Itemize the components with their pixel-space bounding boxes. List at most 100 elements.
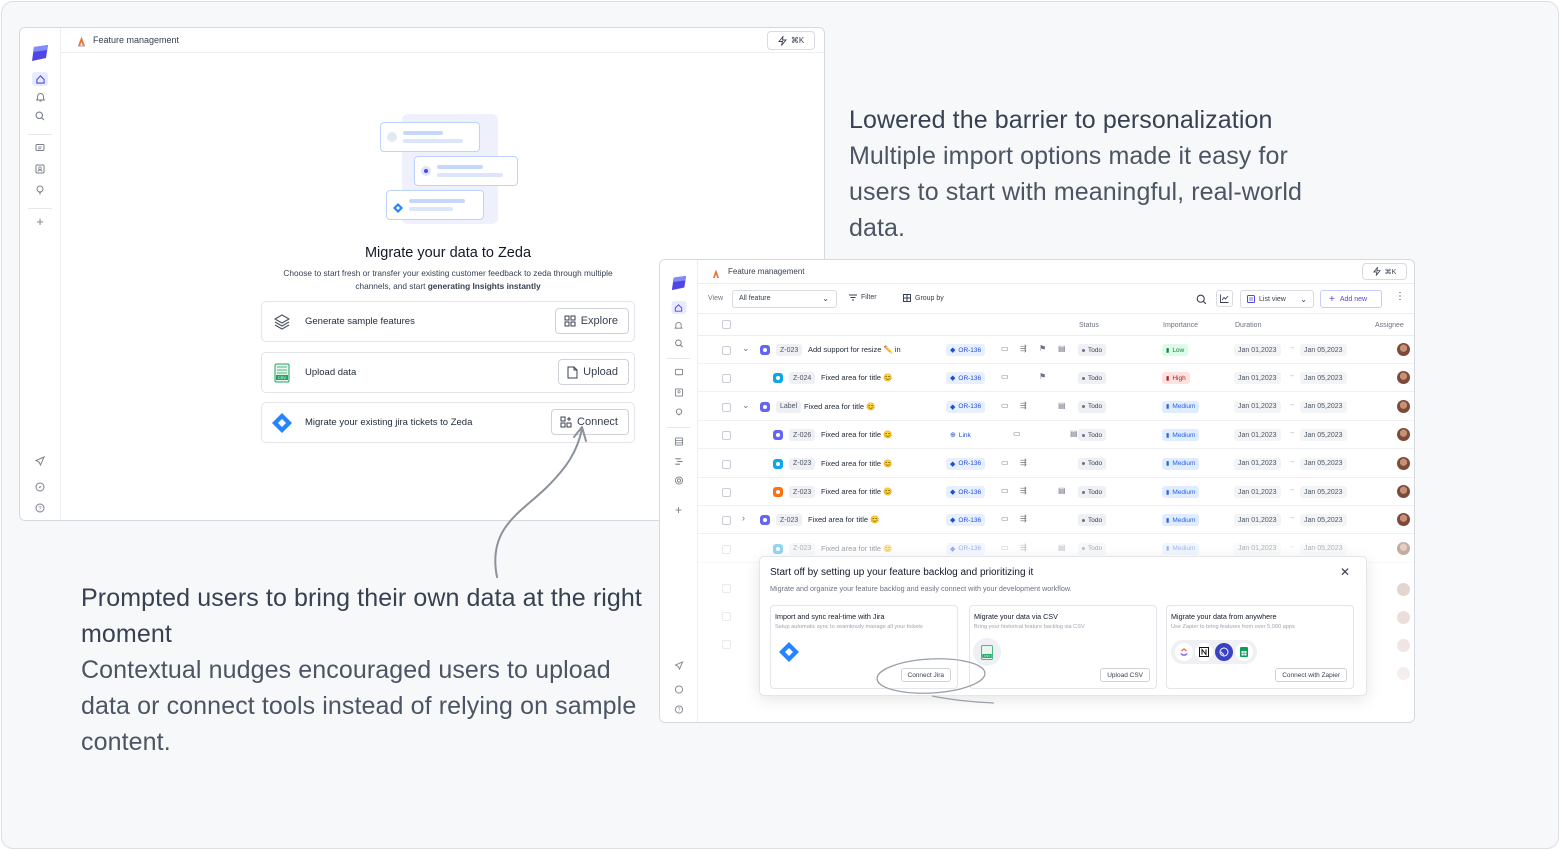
start-date[interactable]: Jan 01,2023 — [1234, 400, 1281, 413]
status-badge[interactable]: Todo — [1078, 344, 1107, 356]
linked-issue[interactable]: ◆ OR-136 — [946, 372, 986, 385]
doc-icon[interactable]: ▤ — [1070, 429, 1078, 438]
table-row[interactable]: ⌄ Label Fixed area for title 😊 ◆ OR-136 ▭ ⇶ ▤ To… — [698, 393, 1414, 421]
table-row[interactable]: ⌄ Z-023 Add support for resize ✏️ in ◆ OR-13… — [698, 336, 1414, 364]
help-icon[interactable]: ? — [674, 705, 683, 714]
status-badge[interactable]: Todo — [1078, 429, 1107, 442]
add-icon[interactable]: + — [35, 215, 45, 228]
comment-icon[interactable]: ▭ — [1001, 514, 1009, 523]
avatar[interactable] — [1397, 513, 1410, 527]
end-date[interactable]: Jan 05,2023 — [1300, 486, 1347, 498]
start-date[interactable]: Jan 01,2023 — [1234, 429, 1281, 442]
feedback-icon[interactable] — [35, 143, 45, 153]
group-by-button[interactable]: Group by — [903, 294, 944, 302]
comment-icon[interactable]: ▭ — [1001, 543, 1009, 552]
upload-csv-button[interactable]: Upload CSV — [1100, 668, 1150, 682]
flow-icon[interactable]: ⇶ — [1020, 514, 1027, 523]
rocket-icon[interactable] — [674, 661, 683, 670]
add-icon[interactable]: + — [674, 504, 683, 516]
importance-badge[interactable]: ▮ Medium — [1162, 542, 1200, 555]
search-icon[interactable] — [35, 111, 45, 121]
table-row[interactable]: Z-023 Fixed area for title 😊 ◆ OR-136 ▭ ⇶ Todo… — [698, 450, 1414, 478]
doc-icon[interactable]: ▤ — [1058, 401, 1066, 410]
home-icon[interactable] — [671, 301, 686, 314]
target-icon[interactable] — [674, 476, 683, 485]
start-date[interactable]: Jan 01,2023 — [1234, 542, 1281, 555]
table-row[interactable]: Z-026 Fixed area for title 😊 ⊕ Link ▭ ▤ Todo ▮ M… — [698, 421, 1414, 450]
avatar[interactable] — [1397, 485, 1410, 498]
chart-view-button[interactable] — [1216, 290, 1233, 307]
close-icon[interactable]: ✕ — [1340, 565, 1350, 579]
end-date[interactable]: Jan 05,2023 — [1300, 542, 1347, 555]
comment-icon[interactable]: ▭ — [1001, 486, 1009, 495]
chevron-down-icon[interactable]: ⌄ — [742, 400, 750, 411]
table-row[interactable]: Z-024 Fixed area for title 😊 ◆ OR-136 ▭ ⚑ Todo… — [698, 364, 1414, 393]
option-generate-sample[interactable]: Generate sample features Explore — [261, 301, 635, 342]
select-all-checkbox[interactable] — [722, 320, 731, 329]
flow-icon[interactable]: ⇶ — [1020, 344, 1027, 353]
flow-icon[interactable]: ⇶ — [1020, 401, 1027, 410]
importance-badge[interactable]: ▮ High — [1162, 372, 1190, 385]
status-badge[interactable]: Todo — [1078, 542, 1107, 555]
list-view-select[interactable]: List view ⌄ — [1240, 290, 1314, 308]
chevron-down-icon[interactable]: ⌄ — [742, 343, 750, 354]
comment-icon[interactable]: ▭ — [1001, 458, 1009, 467]
flag-icon[interactable]: ⚑ — [1039, 344, 1046, 353]
doc-icon[interactable]: ▤ — [1058, 543, 1066, 552]
avatar[interactable] — [1397, 343, 1410, 356]
feedback-icon[interactable] — [674, 368, 683, 377]
contacts-icon[interactable] — [35, 164, 45, 174]
end-date[interactable]: Jan 05,2023 — [1300, 457, 1347, 470]
importance-badge[interactable]: ▮ Medium — [1162, 429, 1200, 442]
connect-zapier-button[interactable]: Connect with Zapier — [1275, 668, 1347, 682]
end-date[interactable]: Jan 05,2023 — [1300, 514, 1347, 527]
view-select[interactable]: All feature ⌄ — [732, 290, 837, 308]
importance-badge[interactable]: ▮ Low — [1162, 344, 1189, 356]
status-badge[interactable]: Todo — [1078, 486, 1107, 498]
avatar[interactable] — [1397, 428, 1410, 442]
linked-issue[interactable]: ⊕ Link — [946, 429, 975, 442]
linked-issue[interactable]: ◆ OR-136 — [946, 542, 986, 555]
status-badge[interactable]: Todo — [1078, 372, 1107, 385]
start-date[interactable]: Jan 01,2023 — [1234, 457, 1281, 470]
linked-issue[interactable]: ◆ OR-136 — [946, 457, 986, 470]
doc-icon[interactable]: ▤ — [1058, 486, 1066, 495]
roadmap-icon[interactable] — [674, 437, 683, 446]
avatar[interactable] — [1397, 371, 1410, 385]
insights-bulb-icon[interactable] — [674, 408, 683, 417]
row-checkbox[interactable] — [722, 374, 731, 384]
flag-icon[interactable]: ⚑ — [1039, 372, 1046, 381]
comment-icon[interactable]: ▭ — [1001, 372, 1009, 381]
importance-badge[interactable]: ▮ Medium — [1162, 457, 1200, 470]
contacts-icon[interactable] — [674, 388, 683, 397]
help-icon[interactable]: ? — [35, 503, 45, 513]
importance-badge[interactable]: ▮ Medium — [1162, 486, 1200, 498]
row-checkbox[interactable] — [722, 459, 731, 469]
status-badge[interactable]: Todo — [1078, 514, 1107, 527]
importance-badge[interactable]: ▮ Medium — [1162, 514, 1200, 527]
search-icon[interactable] — [674, 339, 683, 348]
compass-icon[interactable] — [674, 685, 683, 694]
end-date[interactable]: Jan 05,2023 — [1300, 372, 1347, 385]
start-date[interactable]: Jan 01,2023 — [1234, 486, 1281, 498]
avatar[interactable] — [1397, 456, 1410, 470]
row-checkbox[interactable] — [722, 516, 731, 526]
avatar[interactable] — [1397, 399, 1410, 413]
explore-button[interactable]: Explore — [554, 308, 629, 334]
row-checkbox[interactable] — [722, 431, 731, 441]
bell-icon[interactable] — [674, 321, 683, 330]
features-icon[interactable] — [674, 457, 683, 466]
bell-icon[interactable] — [35, 92, 45, 102]
row-checkbox[interactable] — [722, 402, 731, 412]
status-badge[interactable]: Todo — [1078, 400, 1107, 413]
chevron-right-icon[interactable]: › — [742, 513, 745, 523]
end-date[interactable]: Jan 05,2023 — [1300, 400, 1347, 413]
linked-issue[interactable]: ◆ OR-136 — [946, 344, 986, 356]
upload-button[interactable]: Upload — [558, 359, 629, 385]
command-menu-button[interactable]: ⌘K — [767, 31, 815, 50]
importance-badge[interactable]: ▮ Medium — [1162, 400, 1200, 413]
command-menu-button[interactable]: ⌘K — [1362, 263, 1407, 280]
linked-issue[interactable]: ◆ OR-136 — [946, 400, 986, 413]
flow-icon[interactable]: ⇶ — [1020, 543, 1027, 552]
doc-icon[interactable]: ▤ — [1058, 344, 1066, 353]
